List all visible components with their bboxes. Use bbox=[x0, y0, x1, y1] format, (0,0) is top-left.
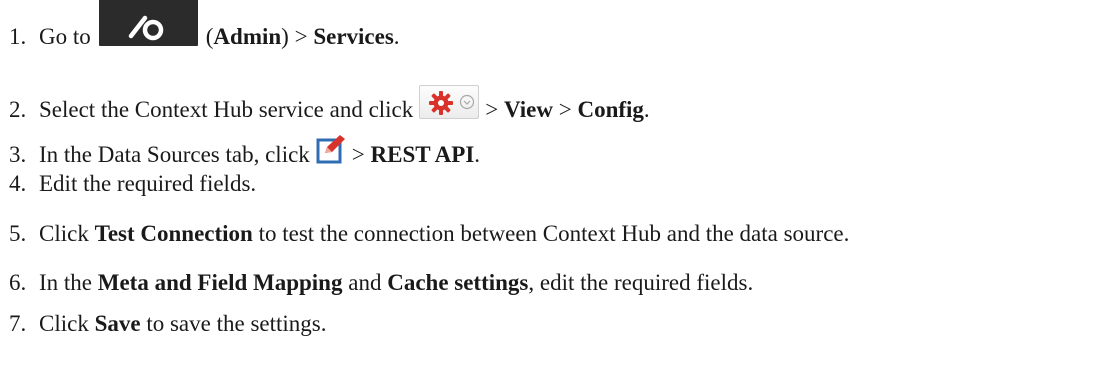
step-number: 6. bbox=[9, 270, 27, 295]
separator: > bbox=[294, 24, 308, 49]
test-connection-label: Test Connection bbox=[94, 221, 253, 246]
step-number: 7. bbox=[9, 311, 27, 336]
separator: > bbox=[558, 97, 572, 122]
step-text: Edit the required fields. bbox=[39, 171, 257, 196]
step-1: 1. Go to (Admin) > Services. bbox=[9, 0, 400, 49]
step-4: 4. Edit the required fields. bbox=[9, 171, 256, 197]
step-text: to save the settings. bbox=[146, 311, 327, 336]
step-text: Click bbox=[39, 311, 89, 336]
step-text: Click bbox=[39, 221, 89, 246]
period: . bbox=[393, 24, 400, 49]
step-number: 4. bbox=[9, 171, 27, 196]
step-text: Go to bbox=[39, 24, 91, 49]
step-text: Select the Context Hub service and click bbox=[39, 97, 414, 122]
save-label: Save bbox=[94, 311, 141, 336]
step-number: 1. bbox=[9, 24, 27, 49]
step-text: In the bbox=[39, 270, 93, 295]
step-text: to test the connection between Context H… bbox=[258, 221, 850, 246]
gear-icon bbox=[429, 91, 454, 115]
period: . bbox=[474, 142, 481, 167]
step-text: , edit the required fields. bbox=[528, 270, 754, 295]
step-number: 3. bbox=[9, 142, 27, 167]
services-label: Services bbox=[313, 24, 394, 49]
step-5: 5. Click Test Connection to test the conn… bbox=[9, 221, 849, 247]
chevron-down-icon bbox=[460, 94, 475, 110]
config-label: Config bbox=[577, 97, 644, 122]
step-6: 6. In the Meta and Field Mapping and Cach… bbox=[9, 270, 753, 296]
view-label: View bbox=[504, 97, 553, 122]
step-number: 5. bbox=[9, 221, 27, 246]
step-text: In the Data Sources tab, click bbox=[39, 142, 310, 167]
step-2: 2. Select the Context Hub service and cli… bbox=[9, 85, 650, 122]
edit-icon[interactable] bbox=[316, 134, 346, 164]
admin-label: Admin bbox=[213, 24, 282, 49]
rest-api-label: REST API bbox=[370, 142, 475, 167]
cache-settings-label: Cache settings bbox=[387, 270, 529, 295]
step-7: 7. Click Save to save the settings. bbox=[9, 311, 326, 337]
period: . bbox=[643, 97, 650, 122]
step-number: 2. bbox=[9, 97, 27, 122]
meta-field-mapping-label: Meta and Field Mapping bbox=[97, 270, 343, 295]
admin-tools-icon bbox=[98, 0, 198, 48]
separator: > bbox=[485, 97, 499, 122]
separator: > bbox=[351, 142, 365, 167]
gear-menu-button[interactable] bbox=[419, 85, 480, 119]
step-text: and bbox=[348, 270, 382, 295]
step-3: 3. In the Data Sources tab, click > REST … bbox=[9, 134, 480, 167]
